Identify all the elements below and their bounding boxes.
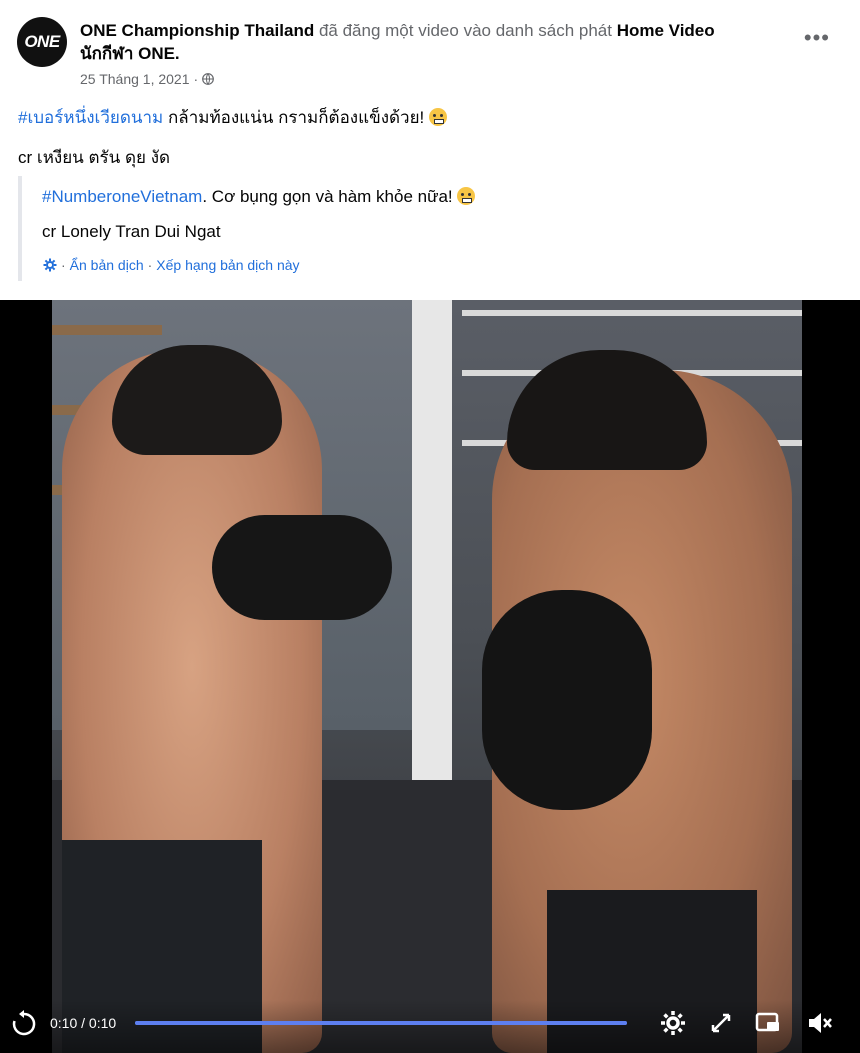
globe-icon bbox=[202, 73, 215, 85]
post-action: đã đăng một video vào danh sách phát bbox=[318, 21, 612, 40]
settings-icon[interactable] bbox=[659, 1009, 687, 1037]
ring-pole bbox=[412, 300, 452, 790]
expand-icon[interactable] bbox=[707, 1009, 735, 1037]
post-text: กล้ามท้องแน่น กรามก็ต้องแข็งด้วย! bbox=[163, 108, 425, 127]
post-meta: 25 Tháng 1, 2021 · bbox=[80, 71, 215, 87]
meta-dot: · bbox=[193, 71, 199, 87]
gear-icon bbox=[43, 258, 57, 272]
video-player[interactable] bbox=[0, 300, 860, 1053]
post-date[interactable]: 25 Tháng 1, 2021 bbox=[80, 71, 190, 87]
facebook-post: ONE ONE Championship Thailand đã đăng mộ… bbox=[0, 0, 860, 1053]
more-options-icon[interactable]: ••• bbox=[804, 25, 830, 51]
translated-line1: #NumberoneVietnam. Cơ bụng gọn và hàm kh… bbox=[42, 187, 476, 207]
video-frame bbox=[52, 300, 802, 1053]
boxing-glove-punch bbox=[212, 515, 392, 620]
author-avatar[interactable]: ONE bbox=[17, 17, 67, 67]
boxing-glove-guard bbox=[482, 590, 652, 810]
separator-dot: · bbox=[147, 257, 153, 273]
grimacing-face-icon bbox=[457, 187, 476, 205]
replay-icon[interactable] bbox=[10, 1010, 38, 1038]
grimacing-face-icon bbox=[429, 108, 447, 126]
post-text-line1: #เบอร์หนึ่งเวียดนาม กล้ามท้องแน่น กรามก็… bbox=[18, 107, 447, 129]
video-time: 0:10 / 0:10 bbox=[50, 1015, 117, 1031]
translation-controls: · Ẩn bản dịch · Xếp hạng bản dịch này bbox=[43, 257, 300, 273]
translated-text: . Cơ bụng gọn và hàm khỏe nữa! bbox=[202, 187, 453, 206]
translated-hashtag-link[interactable]: #NumberoneVietnam bbox=[42, 187, 202, 206]
author-name[interactable]: ONE Championship Thailand bbox=[80, 21, 314, 40]
video-progress-bar[interactable] bbox=[135, 1021, 627, 1025]
ring-rope bbox=[462, 310, 802, 316]
post-header: ONE Championship Thailand đã đăng một vi… bbox=[80, 19, 780, 65]
playlist-name-2[interactable]: นักกีฬา ONE. bbox=[80, 44, 180, 63]
hashtag-link[interactable]: #เบอร์หนึ่งเวียดนาม bbox=[18, 108, 163, 127]
translation-quote-bar bbox=[18, 176, 22, 281]
picture-in-picture-icon[interactable] bbox=[754, 1009, 782, 1037]
post-credit: cr เหงียน ตรัน ดุย งัด bbox=[18, 148, 171, 167]
rate-translation-link[interactable]: Xếp hạng bản dịch này bbox=[156, 257, 299, 273]
translated-credit: cr Lonely Tran Dui Ngat bbox=[42, 222, 221, 241]
separator-dot: · bbox=[61, 257, 66, 273]
volume-muted-icon[interactable] bbox=[806, 1009, 834, 1037]
one-logo-icon: ONE bbox=[24, 32, 60, 51]
fighter-right-hair bbox=[507, 350, 707, 470]
hide-translation-link[interactable]: Ẩn bản dịch bbox=[70, 257, 144, 273]
playlist-name[interactable]: Home Video bbox=[617, 21, 715, 40]
shelf bbox=[52, 325, 162, 335]
video-progress-fill bbox=[135, 1021, 627, 1025]
